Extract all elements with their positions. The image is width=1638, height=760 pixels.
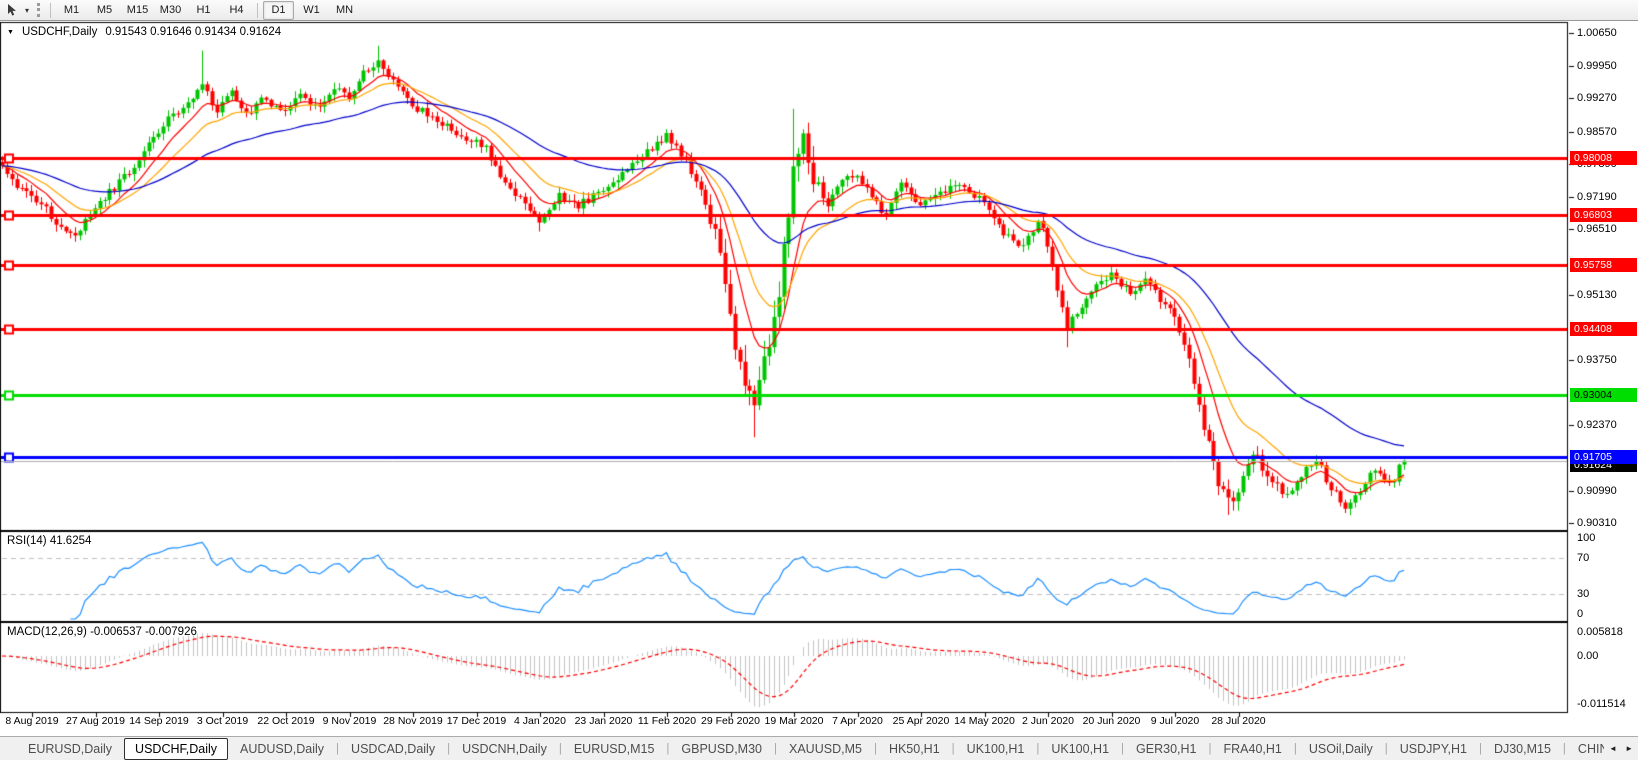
timeframe-buttons: M1 M5 M15 M30 H1 H4 D1 W1 MN <box>55 0 361 20</box>
chart-canvas[interactable] <box>0 0 1638 760</box>
collapse-chart-icon[interactable]: ▼ <box>7 29 14 36</box>
timeframe-button-m30[interactable]: M30 <box>155 1 186 20</box>
tab-usdcad-daily[interactable]: USDCAD,Daily <box>339 739 447 759</box>
macd-axis-label: 0.005818 <box>1577 625 1623 638</box>
macd-axis-label: 0.00 <box>1577 650 1599 662</box>
price-tag: 0.93004 <box>1570 388 1637 403</box>
price-tag: 0.98008 <box>1570 151 1637 166</box>
tab-usoil-daily[interactable]: USOil,Daily <box>1297 739 1385 759</box>
toolbar-separator <box>257 2 258 18</box>
toolbar-separator <box>50 2 51 18</box>
crosshair-cursor-icon[interactable] <box>3 2 21 18</box>
tab-gbpusd-m30[interactable]: GBPUSD,M30 <box>669 739 774 759</box>
price-tag: 0.95758 <box>1570 257 1637 272</box>
timeframe-button-w1[interactable]: W1 <box>296 1 327 20</box>
price-axis-label: 0.92370 <box>1577 419 1617 432</box>
tab-usdcnh-daily[interactable]: USDCNH,Daily <box>450 739 559 759</box>
rsi-axis-label: 0 <box>1577 608 1584 620</box>
scroll-right-icon[interactable]: ► <box>1625 744 1633 753</box>
tab-uk100-h1[interactable]: UK100,H1 <box>1039 739 1121 759</box>
chart-ohlc-values: 0.91543 0.91646 0.91434 0.91624 <box>105 26 282 38</box>
price-axis-label: 1.00650 <box>1577 27 1617 39</box>
price-tag: 0.94408 <box>1570 321 1637 336</box>
price-axis-label: 0.96510 <box>1577 223 1617 236</box>
price-tag: 0.96803 <box>1570 208 1637 223</box>
tab-fra40-h1[interactable]: FRA40,H1 <box>1212 739 1294 759</box>
price-tag: 0.91705 <box>1570 449 1637 464</box>
symbol-tab-bar: EURUSD,Daily USDCHF,Daily AUDUSD,Daily | USD… <box>0 736 1638 760</box>
price-axis-label: 0.99270 <box>1577 92 1617 105</box>
tab-ger30-h1[interactable]: GER30,H1 <box>1124 739 1208 759</box>
price-axis-label: 0.90990 <box>1577 484 1617 497</box>
macd-axis-label: -0.011514 <box>1577 697 1626 710</box>
timeframe-button-m1[interactable]: M1 <box>56 1 87 20</box>
rsi-axis-label: 100 <box>1577 532 1596 544</box>
tab-scroll-buttons: ◄ ► <box>1604 736 1638 760</box>
tab-xauusd-m5[interactable]: XAUUSD,M5 <box>777 739 874 759</box>
timeframe-button-h1[interactable]: H1 <box>188 1 219 20</box>
scroll-left-icon[interactable]: ◄ <box>1609 744 1617 753</box>
chart-symbol-period: USDCHF,Daily <box>21 26 98 38</box>
tab-audusd-daily[interactable]: AUDUSD,Daily <box>228 739 336 759</box>
tab-eurusd-daily[interactable]: EURUSD,Daily <box>16 739 124 759</box>
tab-uk100-h1[interactable]: UK100,H1 <box>955 739 1037 759</box>
tab-hk50-h1[interactable]: HK50,H1 <box>877 739 952 759</box>
price-axis-label: 0.90310 <box>1577 517 1617 529</box>
date-axis-label: 28 Jul 2020 <box>1211 715 1266 727</box>
tab-usdchf-daily[interactable]: USDCHF,Daily <box>124 737 228 760</box>
timeframe-button-m5[interactable]: M5 <box>89 1 120 20</box>
price-axis-label: 0.98570 <box>1577 125 1617 138</box>
timeframe-button-d1[interactable]: D1 <box>263 0 294 20</box>
toolbar-grip[interactable] <box>37 3 40 17</box>
timeframe-button-h4[interactable]: H4 <box>221 1 252 20</box>
chart-title: ▼ USDCHF,Daily 0.91543 0.91646 0.91434 0… <box>7 26 281 38</box>
cursor-dropdown-caret[interactable]: ▾ <box>21 6 33 15</box>
price-axis-label: 0.93750 <box>1577 353 1617 366</box>
price-axis-label: 0.99950 <box>1577 60 1617 73</box>
rsi-indicator-label: RSI(14) 41.6254 <box>7 535 92 547</box>
timeframe-button-mn[interactable]: MN <box>329 1 360 20</box>
timeframe-button-m15[interactable]: M15 <box>122 1 153 20</box>
macd-indicator-label: MACD(12,26,9) -0.006537 -0.007926 <box>7 626 197 638</box>
tab-dj30-m15[interactable]: DJ30,M15 <box>1482 739 1563 759</box>
toolbar: ▾ M1 M5 M15 M30 H1 H4 D1 W1 MN <box>0 0 1638 21</box>
tab-eurusd-m15[interactable]: EURUSD,M15 <box>562 739 667 759</box>
price-axis-label: 0.97190 <box>1577 190 1617 203</box>
tab-usdjpy-h1[interactable]: USDJPY,H1 <box>1388 739 1479 759</box>
rsi-axis-label: 70 <box>1577 552 1590 564</box>
price-axis-label: 0.95130 <box>1577 288 1617 301</box>
rsi-axis-label: 30 <box>1577 588 1590 600</box>
